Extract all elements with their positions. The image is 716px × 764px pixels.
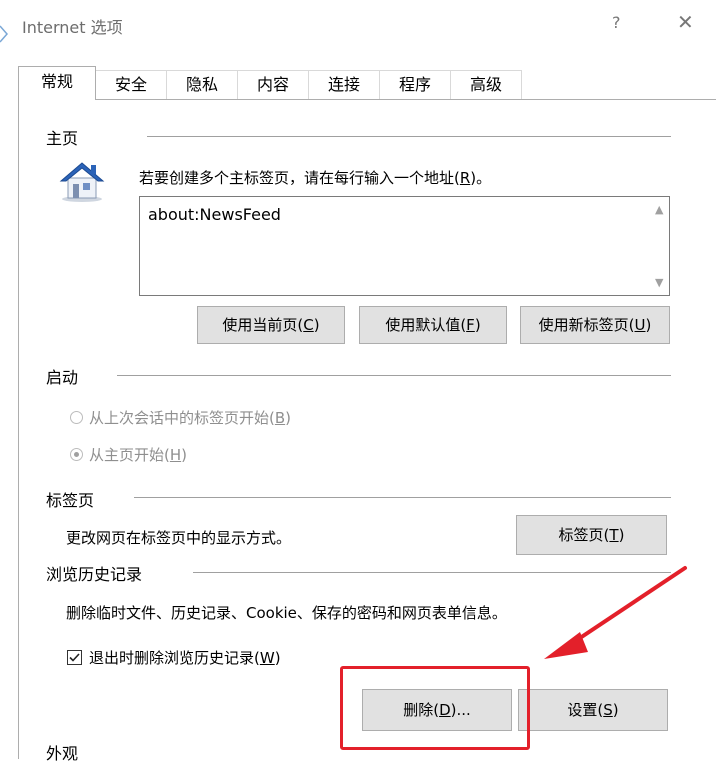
startup-section-heading: 启动 <box>46 368 79 387</box>
history-description: 删除临时文件、历史记录、Cookie、保存的密码和网页表单信息。 <box>66 604 507 622</box>
startup-home-page-radio[interactable] <box>70 448 83 461</box>
history-settings-button[interactable]: 设置(S) <box>518 689 668 731</box>
startup-home-page-label: 从主页开始(H) <box>89 446 187 464</box>
home-section-heading: 主页 <box>46 129 79 148</box>
startup-last-session-label: 从上次会话中的标签页开始(B) <box>89 409 292 427</box>
tabs-settings-button[interactable]: 标签页(T) <box>516 515 667 555</box>
annotation-highlight-box <box>340 666 530 750</box>
tab-connections[interactable]: 连接 <box>308 70 380 99</box>
tab-general[interactable]: 常规 <box>18 66 96 100</box>
startup-section-divider <box>117 375 671 376</box>
delete-on-exit-checkbox[interactable] <box>67 650 82 665</box>
startup-last-session-radio[interactable] <box>70 411 83 424</box>
delete-on-exit-label: 退出时删除浏览历史记录(W) <box>89 649 281 667</box>
scroll-down-icon[interactable]: ▼ <box>655 276 663 289</box>
home-house-icon <box>59 162 105 202</box>
use-current-page-button[interactable]: 使用当前页(C) <box>197 306 345 344</box>
tabs-section-divider <box>134 497 671 498</box>
background-window-icon <box>0 25 8 43</box>
window-title: Internet 选项 <box>22 18 123 37</box>
tab-privacy[interactable]: 隐私 <box>166 70 238 99</box>
use-default-button[interactable]: 使用默认值(F) <box>359 306 507 344</box>
annotation-arrow-icon <box>544 566 687 659</box>
help-button[interactable]: ? <box>612 13 621 32</box>
home-address-textarea[interactable]: about:NewsFeed ▲ ▼ <box>139 196 670 296</box>
background-window-edge <box>0 0 10 753</box>
close-button[interactable]: ✕ <box>677 10 694 34</box>
tab-content[interactable]: 内容 <box>237 70 309 99</box>
textarea-scrollbar[interactable]: ▲ ▼ <box>652 197 669 295</box>
tab-security[interactable]: 安全 <box>95 70 167 99</box>
appearance-section-heading: 外观 <box>46 744 79 763</box>
history-section-heading: 浏览历史记录 <box>46 565 143 584</box>
tab-advanced[interactable]: 高级 <box>450 70 522 99</box>
checkmark-icon <box>69 653 80 662</box>
use-new-tab-button[interactable]: 使用新标签页(U) <box>520 306 670 344</box>
home-address-value: about:NewsFeed <box>148 205 281 224</box>
home-instruction: 若要创建多个主标签页，请在每行输入一个地址(R)。 <box>139 169 492 187</box>
home-section-divider <box>147 136 671 137</box>
scroll-up-icon[interactable]: ▲ <box>655 203 663 216</box>
tab-programs[interactable]: 程序 <box>379 70 451 99</box>
tabs-section-heading: 标签页 <box>46 491 95 510</box>
tabs-section-description: 更改网页在标签页中的显示方式。 <box>66 529 292 547</box>
